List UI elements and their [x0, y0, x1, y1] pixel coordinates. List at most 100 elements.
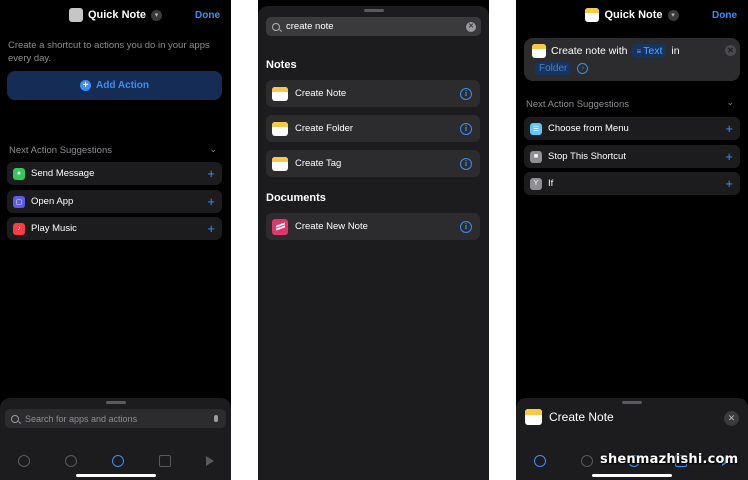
suggestion-stop-this-shortcut[interactable]: ■ Stop This Shortcut + [524, 145, 740, 168]
editor-description: Create a shortcut to actions you do in y… [8, 40, 210, 64]
sheet-grabber[interactable] [622, 401, 642, 404]
suggestions-header: Next Action Suggestions [9, 145, 112, 156]
add-icon[interactable]: + [725, 177, 733, 190]
add-action-label: Add Action [96, 80, 149, 91]
microphone-icon[interactable] [214, 415, 218, 422]
home-indicator [592, 474, 672, 477]
notes-app-icon [272, 121, 288, 136]
text-parameter-label: Text [643, 45, 663, 57]
create-note-action-card[interactable]: Create note with ≡ Text in Folder › ✕ [524, 38, 740, 81]
result-label: Create Note [295, 88, 347, 99]
open-app-icon: ▢ [13, 195, 25, 208]
chevron-down-icon[interactable]: ▾ [151, 9, 163, 21]
search-icon [11, 414, 19, 423]
action-verb: Create note with [551, 45, 628, 57]
section-documents: Documents [266, 192, 326, 204]
sheet-grabber[interactable] [363, 9, 384, 12]
info-icon[interactable]: i [460, 122, 472, 135]
action-connector: in [671, 45, 680, 57]
shortcut-title: Quick Note [604, 9, 663, 21]
search-input[interactable]: Search for apps and actions [5, 409, 226, 428]
notes-app-icon [272, 86, 288, 101]
result-label: Create New Note [295, 221, 368, 232]
editor-toolbar [0, 452, 231, 470]
notes-app-icon [585, 8, 600, 22]
nav-bar: Quick Note ▾ Done [0, 0, 231, 30]
search-icon [272, 22, 280, 31]
text-bubble-icon: ≡ [636, 46, 642, 56]
play-icon[interactable] [205, 456, 214, 466]
action-line: Create note with ≡ Text in [532, 44, 680, 58]
close-icon[interactable]: ✕ [724, 411, 739, 426]
sheet-grabber[interactable] [105, 401, 126, 404]
action-search-sheet: Search for apps and actions [0, 398, 231, 480]
result-create-folder[interactable]: Create Folder i [266, 115, 480, 142]
redo-icon[interactable] [580, 455, 593, 467]
music-icon: ♪ [13, 222, 25, 235]
result-label: Create Folder [295, 123, 354, 134]
shortcut-app-icon [68, 8, 83, 22]
stop-icon: ■ [530, 150, 542, 163]
chevron-right-icon[interactable]: › [577, 63, 589, 74]
share-icon[interactable] [158, 455, 171, 467]
chevron-down-icon[interactable]: ⌄ [726, 97, 734, 108]
add-icon[interactable]: + [207, 195, 215, 208]
documents-app-icon [272, 218, 288, 235]
shortcut-editor-empty: Quick Note ▾ Done Create a shortcut to a… [0, 0, 231, 480]
undo-icon[interactable] [533, 455, 546, 467]
add-icon[interactable]: + [207, 222, 215, 235]
done-button[interactable]: Done [195, 10, 220, 21]
suggestion-open-app[interactable]: ▢ Open App + [7, 190, 222, 213]
search-sheet-expanded: create note ✕ Notes Create Note i Create… [258, 6, 489, 480]
if-icon: Y [530, 177, 542, 190]
clear-icon[interactable]: ✕ [466, 21, 476, 32]
info-icon[interactable]: i [460, 220, 472, 233]
chevron-down-icon[interactable]: ▾ [667, 9, 679, 21]
suggestion-label: Choose from Menu [548, 123, 629, 134]
add-icon[interactable]: + [725, 122, 733, 135]
menu-icon: ☰ [530, 122, 542, 135]
result-create-tag[interactable]: Create Tag i [266, 150, 480, 177]
suggestion-play-music[interactable]: ♪ Play Music + [7, 217, 222, 240]
suggestions-header: Next Action Suggestions [526, 99, 629, 110]
add-action-button[interactable]: + Add Action [7, 71, 222, 100]
result-label: Create Tag [295, 158, 342, 169]
action-line-2: Folder › [535, 62, 589, 75]
watermark: shenmazhishi.com [600, 452, 739, 467]
folder-parameter[interactable]: Folder [535, 62, 572, 75]
info-icon[interactable]: i [460, 87, 472, 100]
shortcut-title: Quick Note [87, 9, 147, 21]
nav-bar: Quick Note ▾ Done [516, 0, 748, 30]
suggestion-send-message[interactable]: ● Send Message + [7, 162, 222, 185]
shortcut-editor-with-action: Quick Note ▾ Done Create note with ≡ Tex… [516, 0, 748, 480]
search-placeholder: Search for apps and actions [25, 413, 138, 424]
sheet-header: Create Note [525, 409, 614, 425]
suggestion-if[interactable]: Y If + [524, 172, 740, 195]
notes-app-icon [525, 409, 542, 425]
info-icon[interactable] [111, 455, 124, 467]
suggestion-choose-from-menu[interactable]: ☰ Choose from Menu + [524, 117, 740, 140]
suggestion-label: Send Message [31, 168, 95, 179]
info-icon[interactable]: i [460, 157, 472, 170]
text-parameter[interactable]: ≡ Text [632, 44, 667, 58]
add-icon[interactable]: + [725, 150, 733, 163]
chevron-down-icon[interactable]: ⌄ [209, 144, 217, 155]
suggestion-label: Stop This Shortcut [548, 151, 626, 162]
action-search-results: create note ✕ Notes Create Note i Create… [258, 0, 489, 480]
suggestion-label: Play Music [31, 223, 77, 234]
done-button[interactable]: Done [712, 10, 737, 21]
suggestion-label: Open App [31, 196, 74, 207]
add-icon[interactable]: + [207, 167, 215, 180]
search-input[interactable]: create note ✕ [266, 17, 481, 36]
undo-icon[interactable] [17, 455, 30, 467]
action-detail-sheet: Create Note ✕ [516, 398, 748, 480]
suggestion-label: If [548, 178, 554, 189]
remove-action-icon[interactable]: ✕ [725, 45, 736, 56]
messages-icon: ● [13, 167, 25, 180]
sheet-title: Create Note [549, 410, 614, 424]
result-create-new-note[interactable]: Create New Note i [266, 213, 480, 240]
redo-icon[interactable] [64, 455, 77, 467]
result-create-note[interactable]: Create Note i [266, 80, 480, 107]
section-notes: Notes [266, 59, 297, 71]
home-indicator [75, 474, 156, 477]
